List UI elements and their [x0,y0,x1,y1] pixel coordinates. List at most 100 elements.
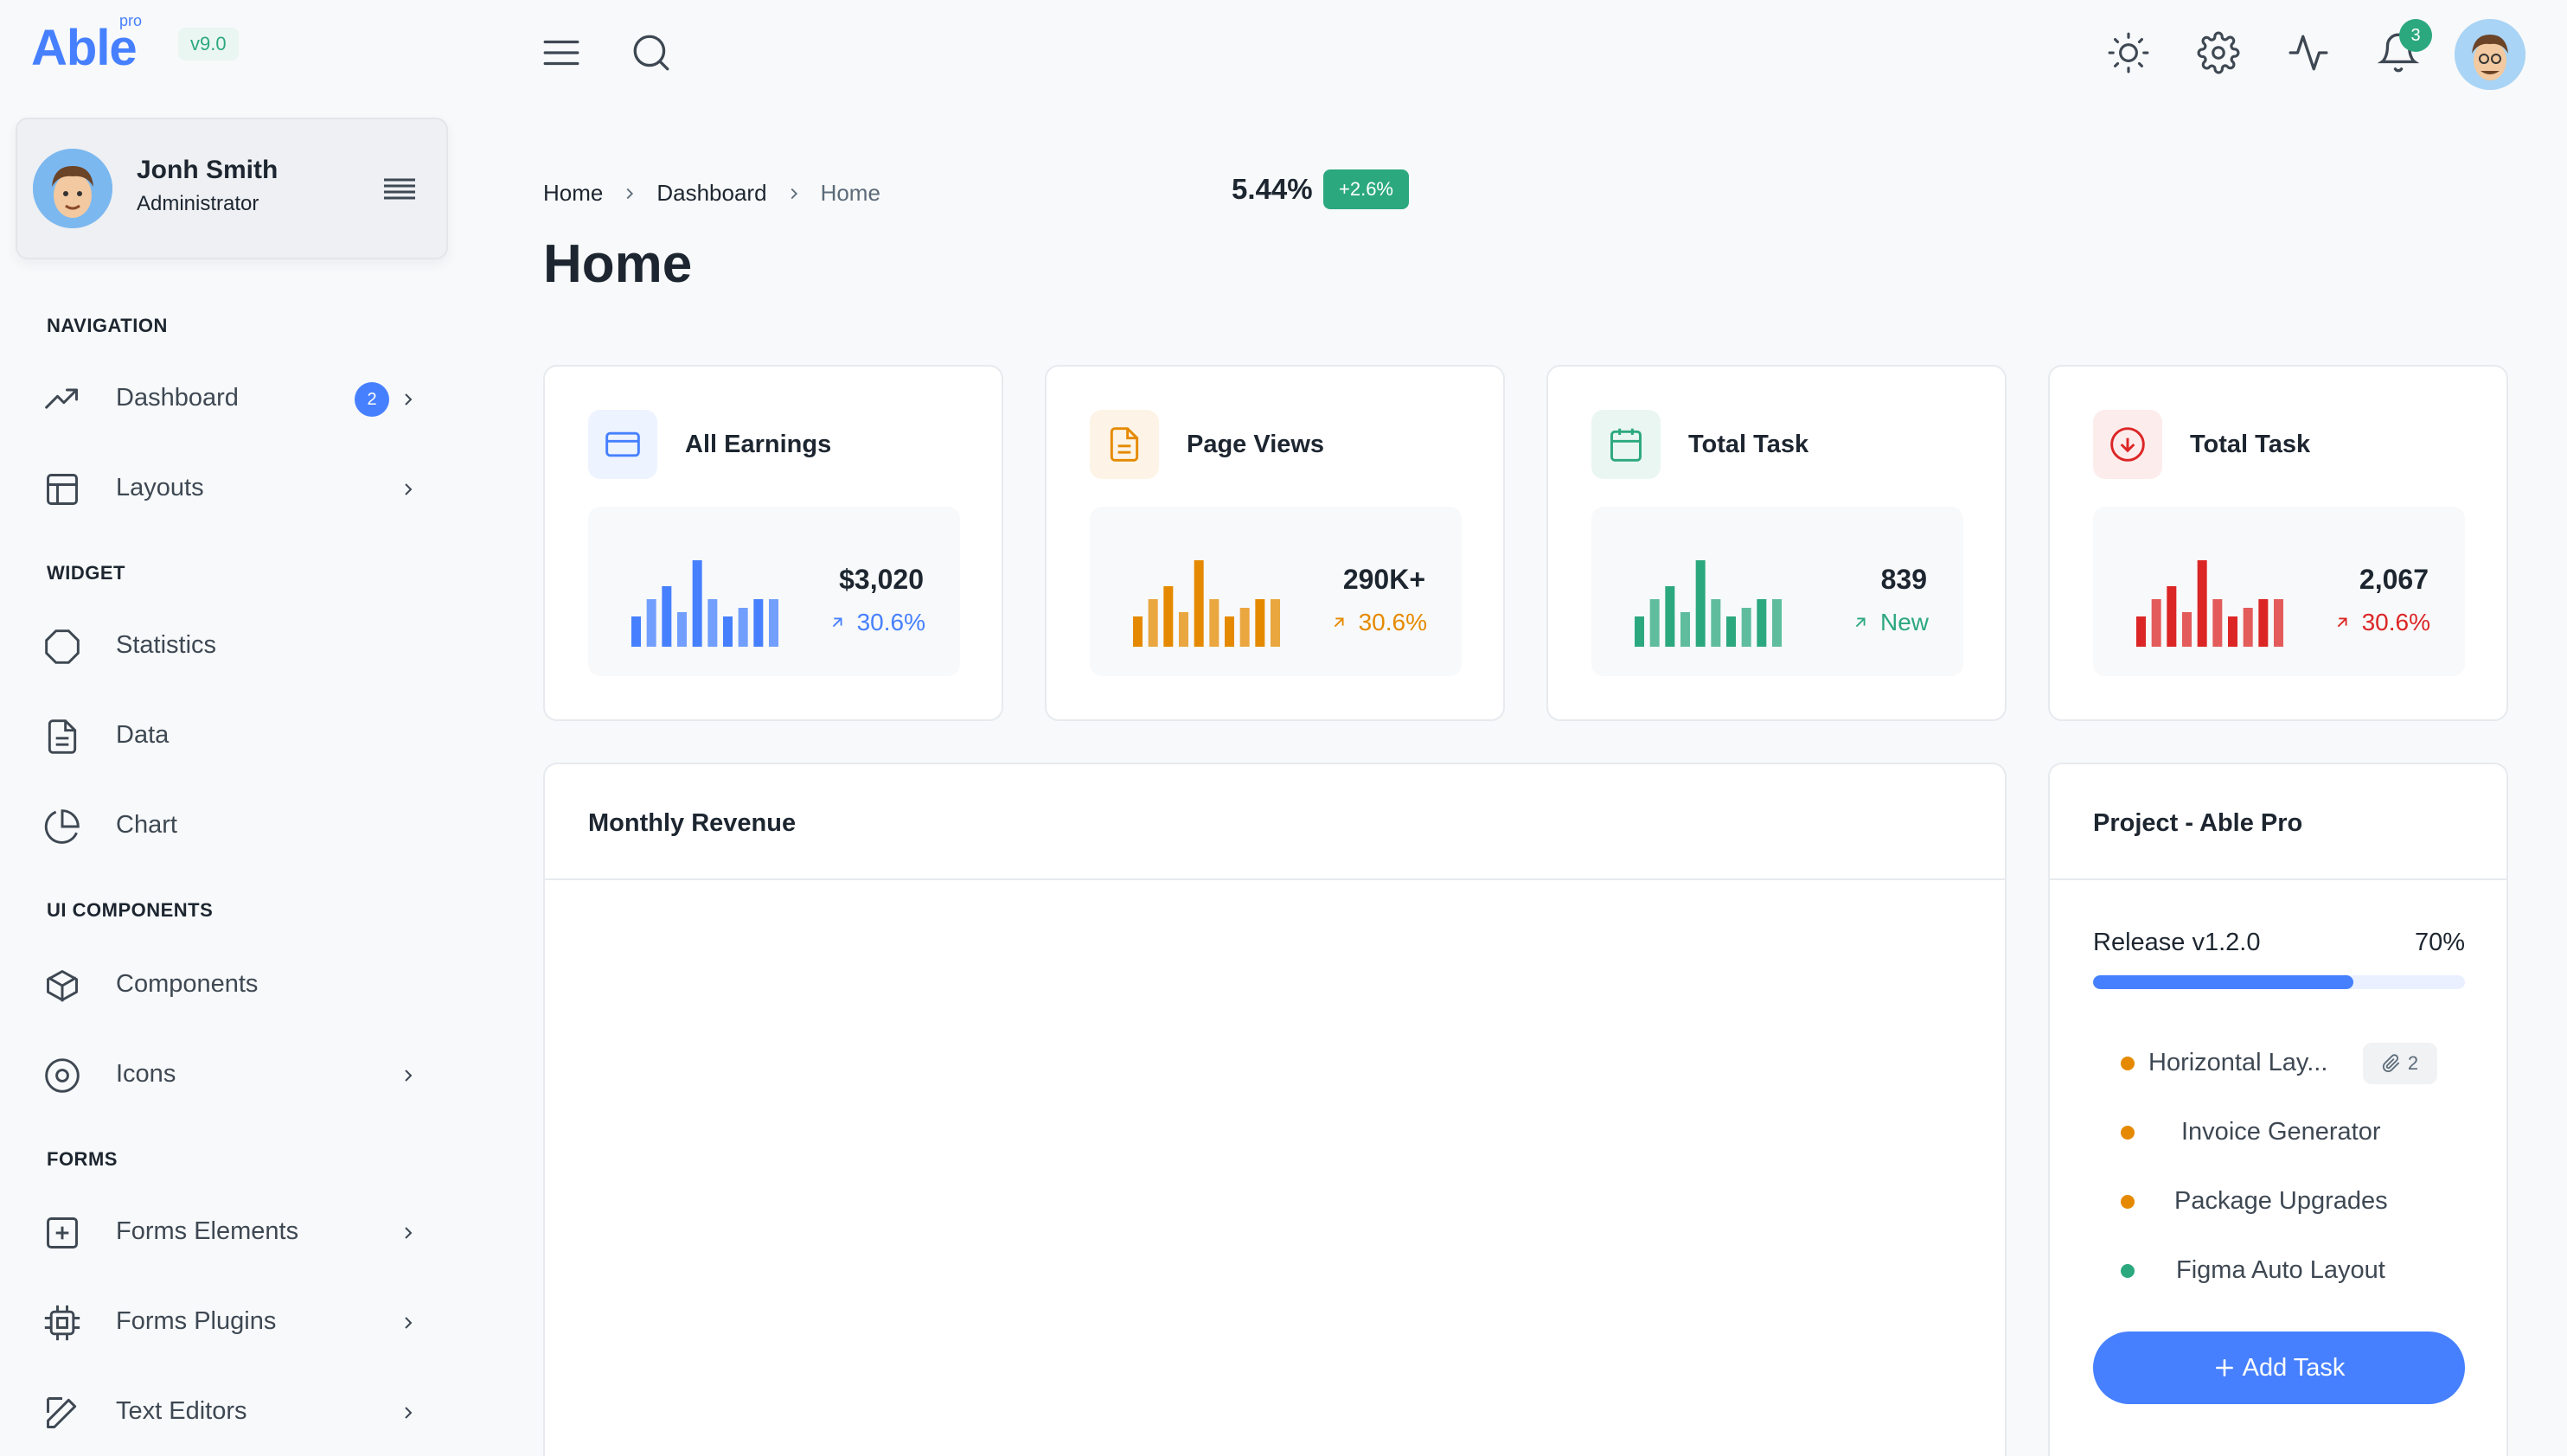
box-icon [43,967,81,1005]
list-icon[interactable] [381,171,419,206]
cpu-icon [43,1304,81,1342]
stat-title: Page Views [1187,431,1325,458]
revenue-value: 5.44% [1232,173,1313,205]
bar [1757,599,1767,647]
attachment-badge[interactable]: 2 [2363,1043,2437,1084]
release-label: Release v1.2.0 [2093,929,2261,956]
add-task-label: Add Task [2242,1353,2346,1382]
calendar-icon [1591,410,1661,479]
sidebar-item-label: Dashboard [116,384,239,412]
bar [1695,560,1706,647]
stat-trend: 30.6% [1329,609,1427,636]
bar [1179,612,1188,647]
stat-trend-value: New [1879,609,1929,635]
nav-caption-widget: WIDGET [47,562,125,584]
task-label: Figma Auto Layout [2176,1256,2385,1284]
bar [769,599,778,647]
stat-trend-value: 30.6% [856,609,925,635]
target-icon [43,1057,81,1095]
dashboard-count-badge: 2 [355,382,389,417]
plus-square-icon [43,1214,81,1252]
stat-trend-value: 30.6% [2361,609,2430,635]
logo-pro-tag: pro [119,12,143,29]
stat-card-page-views: Page Views 290K+ 30.6% [1045,365,1505,721]
mini-bar-chart [1635,560,1782,647]
sun-icon[interactable] [2107,31,2150,74]
stat-value: $3,020 [839,564,924,595]
sidebar-item-dashboard[interactable]: Dashboard 2 [31,363,438,432]
bar [2212,599,2223,647]
bar [1148,599,1158,647]
bar [2151,599,2161,647]
sidebar-item-label: Layouts [116,474,204,501]
bar [2182,612,2192,647]
stat-panel: $3,020 30.6% [588,507,960,676]
breadcrumb-current: Home [820,180,880,206]
status-dot [2121,1057,2135,1070]
user-card[interactable]: Jonh Smith Administrator [16,118,448,259]
nav-caption-navigation: NAVIGATION [47,315,168,336]
sidebar-item-label: Forms Plugins [116,1307,277,1335]
bar [1680,612,1690,647]
stat-title: All Earnings [685,431,832,458]
sidebar-item-layouts[interactable]: Layouts [31,453,438,522]
bar [1665,586,1675,647]
stat-trend: 30.6% [828,609,925,636]
bar [1239,608,1250,647]
bar [738,608,748,647]
bar [2243,608,2253,647]
menu-icon[interactable] [540,31,583,74]
sidebar-item-label: Statistics [116,631,217,659]
sidebar-item-label: Forms Elements [116,1217,299,1245]
sidebar-item-text-editors[interactable]: Text Editors [31,1376,438,1446]
release-progress-bar [2093,975,2465,989]
bar [1209,599,1219,647]
bar [631,616,641,647]
sidebar-item-statistics[interactable]: Statistics [31,610,438,680]
sidebar-item-icons[interactable]: Icons [31,1039,438,1108]
paperclip-icon [2382,1054,2400,1073]
stat-value: 839 [1880,564,1927,595]
layout-icon [43,470,81,508]
stat-card-total-task-2: Total Task 2,067 30.6% [2048,365,2508,721]
file-text-icon [43,718,81,756]
card-title: Project - Able Pro [2093,809,2303,837]
activity-icon[interactable] [2287,31,2330,74]
breadcrumb-dashboard[interactable]: Dashboard [656,180,766,207]
bar [1133,616,1143,647]
progress-fill [2093,975,2353,989]
bar [677,612,687,647]
divider [2050,878,2506,880]
user-avatar [33,149,112,228]
stat-panel: 839 New [1591,507,1963,676]
credit-card-icon [588,410,657,479]
arrow-up-right-icon [1855,617,1866,628]
sidebar-item-chart[interactable]: Chart [31,790,438,859]
chevron-right-icon [398,389,419,410]
arrow-up-right-icon [2337,617,2347,628]
mini-bar-chart [1133,560,1280,647]
task-label: Invoice Generator [2181,1118,2381,1146]
settings-icon[interactable] [2197,31,2240,74]
bar [1163,586,1174,647]
sidebar-item-forms-elements[interactable]: Forms Elements [31,1197,438,1266]
chevron-right-icon [398,1402,419,1423]
file-icon [1090,410,1159,479]
sidebar-item-forms-plugins[interactable]: Forms Plugins [31,1287,438,1356]
sidebar-item-components[interactable]: Components [31,949,438,1019]
bar [1255,599,1265,647]
breadcrumb-home[interactable]: Home [543,180,603,207]
add-task-button[interactable]: Add Task [2093,1331,2465,1404]
bar [692,560,702,647]
bar [753,599,764,647]
chevron-right-icon [398,479,419,500]
version-badge: v9.0 [178,28,239,61]
bar [2197,560,2207,647]
bar [646,599,656,647]
pie-chart-icon [43,808,81,846]
sidebar-item-data[interactable]: Data [31,700,438,770]
header-avatar[interactable] [2455,19,2525,90]
sidebar-item-label: Icons [116,1060,176,1088]
edit-icon [43,1394,81,1432]
search-icon[interactable] [630,31,673,74]
